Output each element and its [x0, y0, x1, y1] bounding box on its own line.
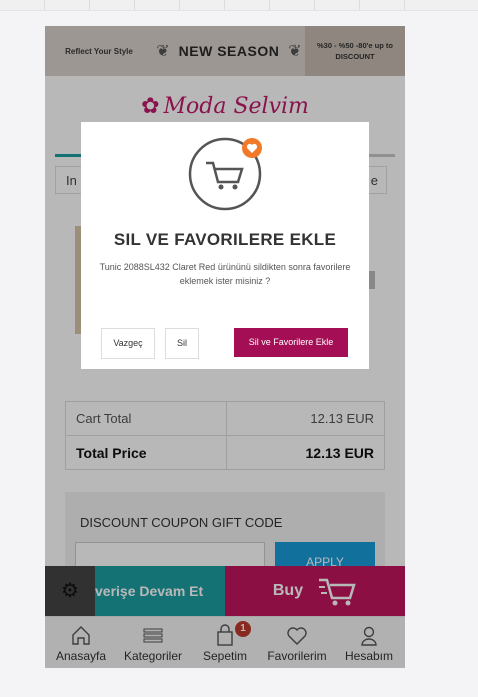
delete-favorite-modal: SIL VE FAVORILERE EKLE Tunic 2088SL432 C… — [81, 122, 369, 369]
delete-and-favorite-button[interactable]: Sil ve Favorilere Ekle — [234, 328, 348, 357]
cart-heart-icon — [188, 137, 262, 211]
browser-strip — [0, 0, 478, 11]
delete-button[interactable]: Sil — [165, 328, 199, 359]
modal-message: Tunic 2088SL432 Claret Red ürününü sildi… — [99, 262, 351, 286]
mobile-page: Reflect Your Style ❦ NEW SEASON ❦ %30 - … — [45, 26, 405, 668]
cancel-button[interactable]: Vazgeç — [101, 328, 155, 359]
modal-title: SIL VE FAVORILERE EKLE — [113, 230, 337, 249]
